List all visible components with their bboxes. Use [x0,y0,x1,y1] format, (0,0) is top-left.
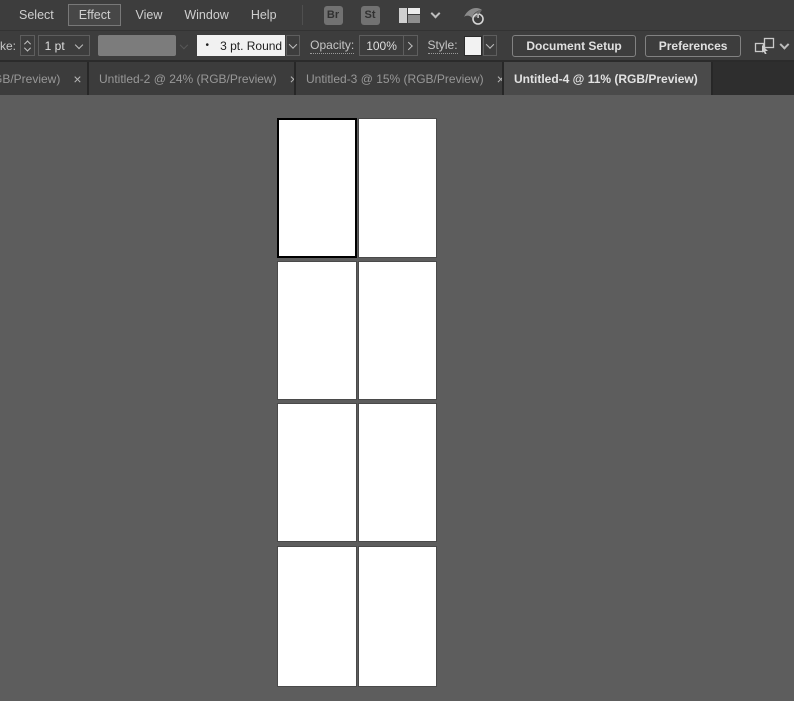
stock-icon[interactable]: St [360,5,380,25]
chevron-down-icon [75,40,84,49]
brush-dot-icon: • [205,40,210,51]
menu-window[interactable]: Window [173,4,239,26]
menu-select[interactable]: Select [8,4,65,26]
artboard-2[interactable] [358,118,437,258]
opacity-input[interactable]: 100% [359,35,403,56]
stroke-weight-stepper[interactable] [20,35,35,56]
variable-width-profile-preview[interactable] [98,35,177,56]
menu-view[interactable]: View [124,4,173,26]
style-swatch[interactable] [463,35,482,56]
tab-untitled-2[interactable]: Untitled-2 @ 24% (RGB/Preview) × [89,62,296,95]
stroke-weight-value: 1 pt [44,38,65,53]
close-icon[interactable]: × [497,72,502,86]
artboard-4[interactable] [358,261,437,400]
chevron-down-icon [179,40,188,49]
brush-definition-dropdown[interactable]: • 3 pt. Round [196,35,285,56]
menu-divider [301,5,303,25]
control-bar: ke: 1 pt • 3 pt. Round Opacity: 100% Sty… [0,30,794,62]
bridge-icon[interactable]: Br [323,5,343,25]
artboard-3[interactable] [277,261,357,400]
tab-untitled-1[interactable]: GB/Preview) × [0,62,89,95]
cc-sync-icon[interactable] [461,4,489,26]
stroke-label: ke: [0,38,17,53]
artboard-5[interactable] [277,403,357,542]
style-dropdown-chevron[interactable] [482,35,498,56]
menu-help[interactable]: Help [240,4,288,26]
artboard-1-active[interactable] [277,118,357,258]
chevron-down-icon[interactable] [430,8,440,19]
menu-bar: Select Effect View Window Help Br St [0,0,794,30]
brush-name: 3 pt. Round [220,38,283,53]
close-icon[interactable]: × [73,72,81,86]
artboard-7[interactable] [277,546,357,687]
opacity-value: 100% [366,38,397,53]
tab-label: Untitled-3 @ 15% (RGB/Preview) [306,71,484,86]
chevron-down-icon[interactable] [779,39,790,49]
canvas-pasteboard[interactable] [0,95,794,701]
arrange-documents-icon[interactable] [398,7,420,23]
style-label[interactable]: Style: [427,38,458,54]
artboard-8[interactable] [358,546,437,687]
select-similar-icon[interactable] [753,37,777,55]
opacity-label[interactable]: Opacity: [310,38,355,54]
tab-label: GB/Preview) [0,71,61,86]
close-icon[interactable]: × [711,72,712,86]
stroke-weight-dropdown[interactable]: 1 pt [37,35,91,56]
tab-untitled-4-active[interactable]: Untitled-4 @ 11% (RGB/Preview) × [504,62,713,95]
brush-dropdown-chevron[interactable] [285,35,301,56]
menu-effect[interactable]: Effect [67,4,122,26]
preferences-button[interactable]: Preferences [644,34,742,57]
tab-label: Untitled-4 @ 11% (RGB/Preview) [514,71,698,86]
document-setup-button[interactable]: Document Setup [512,34,636,57]
illustrator-window: Select Effect View Window Help Br St ke: [0,0,794,701]
opacity-panel-arrow[interactable] [402,35,418,56]
artboard-6[interactable] [358,403,437,542]
tab-label: Untitled-2 @ 24% (RGB/Preview) [99,71,277,86]
tab-untitled-3[interactable]: Untitled-3 @ 15% (RGB/Preview) × [296,62,504,95]
document-tab-bar: GB/Preview) × Untitled-2 @ 24% (RGB/Prev… [0,62,794,95]
